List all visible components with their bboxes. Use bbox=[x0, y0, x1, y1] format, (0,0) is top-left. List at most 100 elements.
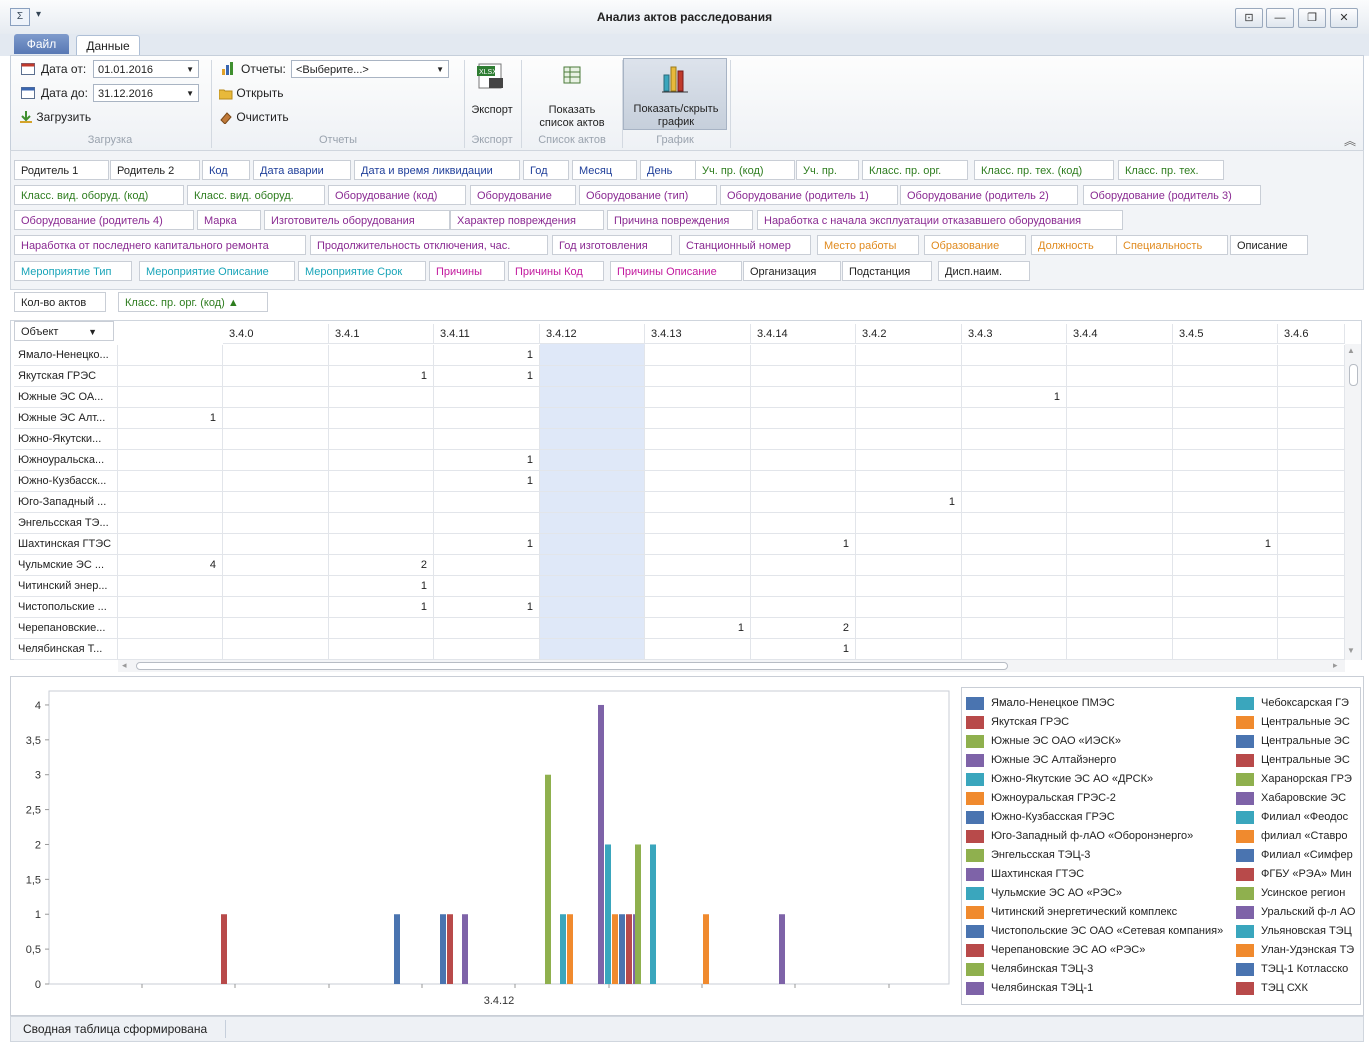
grid-cell[interactable] bbox=[1067, 555, 1173, 576]
grid-cell[interactable] bbox=[1067, 366, 1173, 387]
field-chip[interactable]: Дисп.наим. bbox=[938, 261, 1030, 281]
grid-cell[interactable] bbox=[645, 597, 751, 618]
legend-item[interactable]: Центральные ЭС bbox=[1236, 713, 1360, 732]
grid-cell[interactable] bbox=[962, 366, 1067, 387]
grid-cell[interactable] bbox=[1173, 450, 1278, 471]
grid-cell[interactable] bbox=[223, 576, 329, 597]
grid-cell[interactable] bbox=[751, 513, 856, 534]
grid-cell[interactable] bbox=[1067, 618, 1173, 639]
grid-cell[interactable] bbox=[856, 576, 962, 597]
grid-cell[interactable] bbox=[645, 408, 751, 429]
grid-cell[interactable] bbox=[118, 387, 223, 408]
grid-cell[interactable] bbox=[540, 492, 645, 513]
grid-cell[interactable] bbox=[1173, 576, 1278, 597]
legend-item[interactable]: Читинский энергетический комплекс bbox=[966, 903, 1234, 922]
grid-cell[interactable]: 1 bbox=[329, 576, 434, 597]
grid-cell[interactable] bbox=[962, 618, 1067, 639]
grid-cell[interactable] bbox=[751, 387, 856, 408]
legend-item[interactable]: Чульмские ЭС АО «РЭС» bbox=[966, 884, 1234, 903]
grid-cell[interactable]: 1 bbox=[329, 366, 434, 387]
field-chip[interactable]: Оборудование (тип) bbox=[579, 185, 717, 205]
grid-cell[interactable] bbox=[1067, 513, 1173, 534]
grid-cell[interactable] bbox=[223, 492, 329, 513]
row-header[interactable]: Читинский энер... bbox=[14, 576, 118, 597]
legend-item[interactable]: Чебоксарская ГЭ bbox=[1236, 694, 1360, 713]
row-header[interactable]: Южно-Якутски... bbox=[14, 429, 118, 450]
legend-item[interactable]: Харанорская ГРЭ bbox=[1236, 770, 1360, 789]
grid-cell[interactable] bbox=[223, 387, 329, 408]
clear-button[interactable]: Очистить bbox=[219, 108, 289, 126]
legend-item[interactable]: Шахтинская ГТЭС bbox=[966, 865, 1234, 884]
open-button[interactable]: Открыть bbox=[219, 84, 283, 102]
grid-cell[interactable] bbox=[645, 345, 751, 366]
field-chip[interactable]: Дата аварии bbox=[253, 160, 351, 180]
grid-cell[interactable] bbox=[540, 429, 645, 450]
grid-cell[interactable] bbox=[329, 471, 434, 492]
field-chip[interactable]: Образование bbox=[924, 235, 1026, 255]
legend-item[interactable]: Ульяновская ТЭЦ bbox=[1236, 922, 1360, 941]
column-header[interactable]: 3.4.0 bbox=[223, 324, 329, 344]
legend-item[interactable]: Хабаровские ЭС bbox=[1236, 789, 1360, 808]
grid-cell[interactable] bbox=[1278, 555, 1345, 576]
chart-bar[interactable] bbox=[567, 914, 573, 984]
grid-cell[interactable] bbox=[962, 492, 1067, 513]
field-chip[interactable]: Мероприятие Тип bbox=[14, 261, 132, 281]
row-header[interactable]: Энгельсская ТЭ... bbox=[14, 513, 118, 534]
grid-cell[interactable] bbox=[751, 429, 856, 450]
grid-cell[interactable] bbox=[1278, 366, 1345, 387]
chart-bar[interactable] bbox=[221, 914, 227, 984]
grid-cell[interactable] bbox=[1278, 471, 1345, 492]
grid-cell[interactable] bbox=[118, 597, 223, 618]
grid-cell[interactable] bbox=[1067, 576, 1173, 597]
grid-cell[interactable] bbox=[1173, 345, 1278, 366]
tab-file[interactable]: Файл bbox=[14, 34, 69, 54]
grid-cell[interactable] bbox=[1173, 408, 1278, 429]
chart-bar[interactable] bbox=[626, 914, 632, 984]
field-chip[interactable]: Оборудование (родитель 3) bbox=[1083, 185, 1261, 205]
legend-item[interactable]: Юго-Западный ф-лАО «Оборонэнерго» bbox=[966, 827, 1234, 846]
grid-cell[interactable] bbox=[1278, 387, 1345, 408]
grid-cell[interactable] bbox=[434, 492, 540, 513]
grid-cell[interactable] bbox=[540, 450, 645, 471]
grid-cell[interactable] bbox=[645, 471, 751, 492]
chart-bar[interactable] bbox=[605, 844, 611, 984]
chart-bar[interactable] bbox=[560, 914, 566, 984]
grid-cell[interactable] bbox=[540, 639, 645, 660]
grid-cell[interactable]: 1 bbox=[434, 597, 540, 618]
field-chip[interactable]: Класс. вид. оборуд. (код) bbox=[14, 185, 184, 205]
grid-cell[interactable] bbox=[118, 576, 223, 597]
grid-cell[interactable] bbox=[118, 366, 223, 387]
grid-cell[interactable] bbox=[1173, 555, 1278, 576]
column-header[interactable]: 3.4.2 bbox=[856, 324, 962, 344]
field-chip[interactable]: Родитель 2 bbox=[110, 160, 200, 180]
grid-cell[interactable] bbox=[856, 639, 962, 660]
export-button[interactable]: XLSX Экспорт bbox=[467, 60, 517, 126]
grid-cell[interactable] bbox=[329, 450, 434, 471]
legend-item[interactable]: Южноуральская ГРЭС-2 bbox=[966, 789, 1234, 808]
show-acts-list-button[interactable]: Показать список актов bbox=[525, 60, 619, 129]
grid-cell[interactable] bbox=[751, 597, 856, 618]
grid-cell[interactable] bbox=[329, 639, 434, 660]
grid-cell[interactable]: 1 bbox=[434, 366, 540, 387]
column-header[interactable]: 3.4.1 bbox=[329, 324, 434, 344]
legend-item[interactable]: Центральные ЭС bbox=[1236, 732, 1360, 751]
grid-cell[interactable] bbox=[223, 618, 329, 639]
grid-cell[interactable] bbox=[223, 429, 329, 450]
grid-cell[interactable] bbox=[1278, 639, 1345, 660]
grid-cell[interactable] bbox=[434, 513, 540, 534]
grid-cell[interactable] bbox=[329, 408, 434, 429]
grid-cell[interactable] bbox=[329, 387, 434, 408]
grid-cell[interactable]: 1 bbox=[329, 597, 434, 618]
chart-bar[interactable] bbox=[598, 704, 604, 984]
grid-cell[interactable] bbox=[118, 492, 223, 513]
grid-cell[interactable] bbox=[962, 555, 1067, 576]
field-chip[interactable]: Уч. пр. bbox=[796, 160, 859, 180]
grid-cell[interactable]: 1 bbox=[962, 387, 1067, 408]
grid-cell[interactable] bbox=[645, 639, 751, 660]
grid-cell[interactable] bbox=[1278, 492, 1345, 513]
row-header[interactable]: Чульмские ЭС ... bbox=[14, 555, 118, 576]
grid-cell[interactable]: 1 bbox=[645, 618, 751, 639]
restore-button[interactable]: ❐ bbox=[1298, 8, 1326, 28]
field-chip[interactable]: Месяц bbox=[572, 160, 637, 180]
field-chip[interactable]: Оборудование (код) bbox=[328, 185, 466, 205]
